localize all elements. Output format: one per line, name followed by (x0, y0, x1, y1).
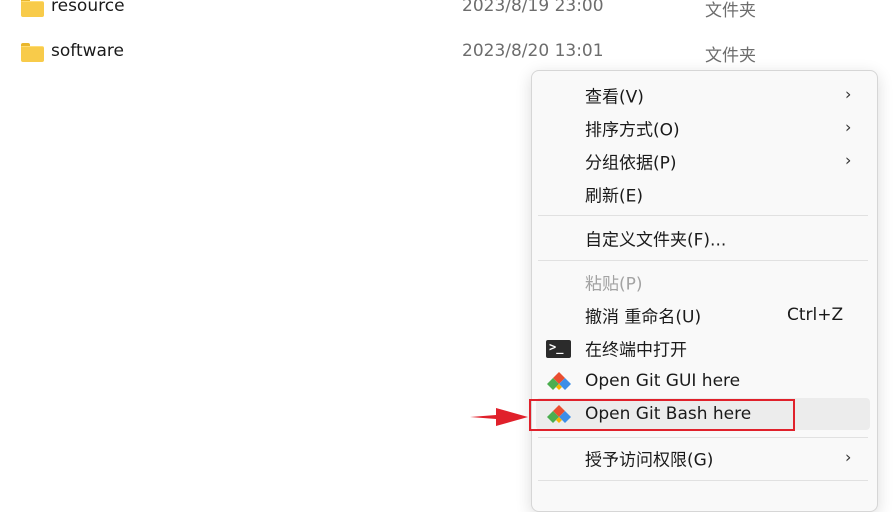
menu-item-label: Open Git GUI here (585, 371, 741, 391)
menu-item-undo-rename[interactable]: 撤消 重命名(U) Ctrl+Z (536, 299, 870, 331)
menu-separator (538, 480, 868, 481)
chevron-right-icon: › (845, 447, 852, 467)
menu-separator (538, 437, 868, 438)
menu-item-label: 刷新(E) (585, 186, 644, 207)
menu-item-grant-access[interactable]: 授予访问权限(G) › (536, 442, 870, 474)
context-menu: 查看(V) › 排序方式(O) › 分组依据(P) › 刷新(E) 自定义文件夹… (531, 70, 878, 512)
red-arrow-icon (470, 408, 528, 426)
menu-item-view[interactable]: 查看(V) › (536, 79, 870, 111)
file-name: software (51, 41, 125, 61)
menu-item-customize-folder[interactable]: 自定义文件夹(F)... (536, 222, 870, 254)
menu-item-label: 自定义文件夹(F)... (585, 230, 727, 251)
file-row-software[interactable]: software 2023/8/20 13:01 文件夹 (0, 37, 896, 67)
git-icon (547, 372, 571, 390)
menu-item-paste: 粘贴(P) (536, 266, 870, 298)
menu-separator (538, 260, 868, 261)
file-row-resource[interactable]: resource 2023/8/19 23:00 文件夹 (0, 0, 896, 22)
file-name: resource (51, 0, 125, 16)
menu-separator (538, 215, 868, 216)
terminal-icon: >_ (546, 340, 571, 358)
menu-item-sort-by[interactable]: 排序方式(O) › (536, 112, 870, 144)
menu-item-label: 排序方式(O) (585, 120, 680, 141)
menu-item-shortcut: Ctrl+Z (787, 305, 844, 325)
file-date: 2023/8/19 23:00 (462, 0, 604, 16)
folder-icon (21, 0, 44, 17)
menu-item-group-by[interactable]: 分组依据(P) › (536, 145, 870, 177)
menu-item-label: 撤消 重命名(U) (585, 307, 702, 328)
file-type: 文件夹 (705, 1, 756, 21)
menu-item-label: 授予访问权限(G) (585, 450, 714, 471)
chevron-right-icon: › (845, 117, 852, 137)
file-date: 2023/8/20 13:01 (462, 41, 604, 61)
menu-item-label: 在终端中打开 (585, 340, 687, 361)
menu-item-label: 粘贴(P) (585, 274, 643, 295)
chevron-right-icon: › (845, 84, 852, 104)
menu-item-open-in-terminal[interactable]: >_ 在终端中打开 (536, 332, 870, 364)
menu-item-label: 分组依据(P) (585, 153, 677, 174)
file-type: 文件夹 (705, 46, 756, 66)
menu-item-open-git-gui[interactable]: Open Git GUI here (536, 365, 870, 397)
folder-icon (21, 43, 44, 62)
chevron-right-icon: › (845, 150, 852, 170)
menu-item-refresh[interactable]: 刷新(E) (536, 178, 870, 210)
menu-item-label: 查看(V) (585, 87, 644, 108)
highlight-box (529, 399, 795, 431)
